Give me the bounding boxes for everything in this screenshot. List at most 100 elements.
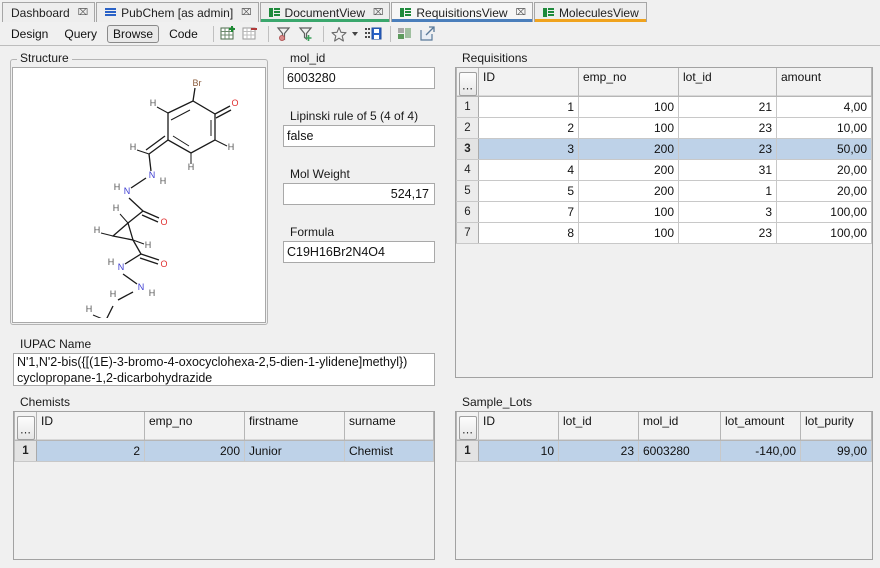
close-icon[interactable]: ⌧ [241,8,250,17]
structure-canvas[interactable]: Br O H H H H N H N H O H H H N [12,67,266,323]
export-icon[interactable] [418,25,438,43]
cell-amount[interactable]: 4,00 [777,97,872,118]
chevron-down-icon[interactable] [352,32,358,36]
tab-dashboard[interactable]: Dashboard ⌧ [2,2,95,22]
close-icon[interactable]: ⌧ [373,8,382,17]
cell-emp-no[interactable]: 100 [579,97,679,118]
row-number[interactable]: 1 [457,441,479,462]
cell-firstname[interactable]: Junior [245,441,345,462]
cell-lot-id[interactable]: 23 [679,139,777,160]
mol-id-input[interactable]: 6003280 [283,67,435,89]
cell-lot-id[interactable]: 23 [559,441,639,462]
cell-lot-id[interactable]: 1 [679,181,777,202]
cell-lot-amount[interactable]: -140,00 [721,441,801,462]
row-number[interactable]: 2 [457,118,479,139]
cell-amount[interactable]: 10,00 [777,118,872,139]
cell-amount[interactable]: 100,00 [777,223,872,244]
table-row[interactable]: 1 2 200 Junior Chemist [15,441,434,462]
select-all-corner[interactable]: ⋯ [457,412,479,441]
row-number[interactable]: 1 [457,97,479,118]
row-number[interactable]: 3 [457,139,479,160]
layout-icon[interactable] [396,25,416,43]
cell-id[interactable]: 3 [479,139,579,160]
cell-amount[interactable]: 100,00 [777,202,872,223]
cell-id[interactable]: 2 [479,118,579,139]
sample-lots-table-container[interactable]: ⋯ ID lot_id mol_id lot_amount lot_purity… [455,411,873,560]
cell-id[interactable]: 10 [479,441,559,462]
table-row[interactable]: 6 7 100 3 100,00 [457,202,872,223]
close-icon[interactable]: ⌧ [78,8,87,17]
table-row[interactable]: 3 3 200 23 50,00 [457,139,872,160]
cell-id[interactable]: 4 [479,160,579,181]
cell-id[interactable]: 2 [37,441,145,462]
cell-emp-no[interactable]: 100 [579,202,679,223]
table-row[interactable]: 7 8 100 23 100,00 [457,223,872,244]
select-all-corner[interactable]: ⋯ [15,412,37,441]
favorite-star-icon[interactable] [329,25,349,43]
cell-id[interactable]: 1 [479,97,579,118]
column-header-lot-amount[interactable]: lot_amount [721,412,801,441]
table-row[interactable]: 1 10 23 6003280 -140,00 99,00 [457,441,872,462]
delete-record-icon[interactable] [241,25,261,43]
cell-emp-no[interactable]: 200 [145,441,245,462]
filter-add-icon[interactable] [296,25,316,43]
lipinski-input[interactable]: false [283,125,435,147]
cell-lot-id[interactable]: 31 [679,160,777,181]
column-header-firstname[interactable]: firstname [245,412,345,441]
tab-moleculesview[interactable]: MoleculesView [534,2,647,22]
table-row[interactable]: 2 2 100 23 10,00 [457,118,872,139]
column-header-emp-no[interactable]: emp_no [145,412,245,441]
column-header-lot-id[interactable]: lot_id [559,412,639,441]
cell-lot-id[interactable]: 21 [679,97,777,118]
row-number[interactable]: 7 [457,223,479,244]
column-header-amount[interactable]: amount [777,68,872,97]
cell-amount[interactable]: 50,00 [777,139,872,160]
mol-weight-input[interactable]: 524,17 [283,183,435,205]
column-header-id[interactable]: ID [479,68,579,97]
row-number[interactable]: 1 [15,441,37,462]
cell-emp-no[interactable]: 100 [579,223,679,244]
cell-emp-no[interactable]: 200 [579,181,679,202]
close-icon[interactable]: ⌧ [516,8,525,17]
column-header-id[interactable]: ID [37,412,145,441]
tab-requisitionsview[interactable]: RequisitionsView ⌧ [391,2,533,22]
chemists-table-container[interactable]: ⋯ ID emp_no firstname surname 1 2 200 [13,411,435,560]
column-header-surname[interactable]: surname [345,412,434,441]
row-number[interactable]: 6 [457,202,479,223]
cell-lot-id[interactable]: 23 [679,118,777,139]
column-header-lot-purity[interactable]: lot_purity [801,412,872,441]
toolbar-mode-browse[interactable]: Browse [107,25,159,43]
formula-input[interactable]: C19H16Br2N4O4 [283,241,435,263]
cell-id[interactable]: 8 [479,223,579,244]
tab-pubchem[interactable]: PubChem [as admin] ⌧ [96,2,258,22]
cell-mol-id[interactable]: 6003280 [639,441,721,462]
select-all-corner[interactable]: ⋯ [457,68,479,97]
toolbar-mode-design[interactable]: Design [5,25,54,43]
toolbar-mode-query[interactable]: Query [58,25,103,43]
add-record-icon[interactable] [219,25,239,43]
cell-lot-purity[interactable]: 99,00 [801,441,872,462]
cell-id[interactable]: 5 [479,181,579,202]
tab-documentview[interactable]: DocumentView ⌧ [260,2,391,22]
requisitions-table-container[interactable]: ⋯ ID emp_no lot_id amount 1 1 100 [455,67,873,378]
cell-amount[interactable]: 20,00 [777,181,872,202]
cell-emp-no[interactable]: 200 [579,160,679,181]
iupac-name-input[interactable]: N'1,N'2-bis({[(1E)-3-bromo-4-oxocyclohex… [13,353,435,386]
cell-id[interactable]: 7 [479,202,579,223]
cell-lot-id[interactable]: 23 [679,223,777,244]
save-view-icon[interactable] [363,25,383,43]
cell-surname[interactable]: Chemist [345,441,434,462]
column-header-mol-id[interactable]: mol_id [639,412,721,441]
column-header-emp-no[interactable]: emp_no [579,68,679,97]
row-number[interactable]: 5 [457,181,479,202]
column-header-lot-id[interactable]: lot_id [679,68,777,97]
cell-emp-no[interactable]: 100 [579,118,679,139]
cell-emp-no[interactable]: 200 [579,139,679,160]
row-number[interactable]: 4 [457,160,479,181]
table-row[interactable]: 1 1 100 21 4,00 [457,97,872,118]
table-row[interactable]: 5 5 200 1 20,00 [457,181,872,202]
toolbar-mode-code[interactable]: Code [163,25,204,43]
cell-lot-id[interactable]: 3 [679,202,777,223]
table-row[interactable]: 4 4 200 31 20,00 [457,160,872,181]
filter-remove-icon[interactable] [274,25,294,43]
